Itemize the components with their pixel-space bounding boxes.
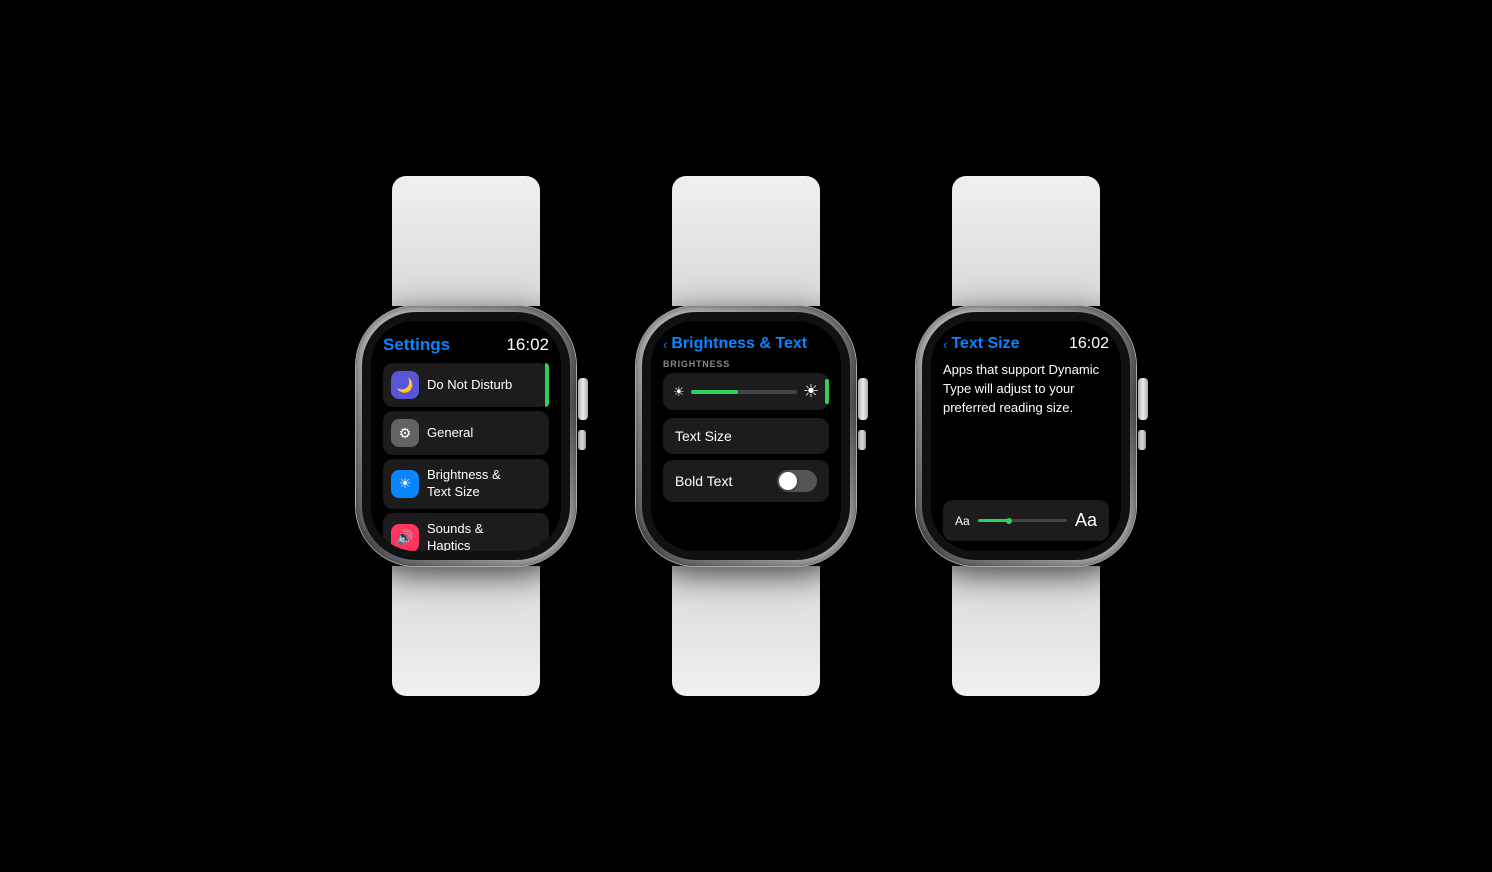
watch-body-3: ‹ Text Size 16:02 Apps that support Dyna… [916, 306, 1136, 566]
settings-time: 16:02 [506, 335, 549, 355]
sounds-icon: 🔊 [391, 524, 419, 551]
watch-body-2: ‹ Brightness & Text BRIGHTNESS ☀ [636, 306, 856, 566]
textsize-description: Apps that support Dynamic Type will adju… [943, 361, 1109, 486]
watch-inner-1: Settings 16:02 🌙 Do Not Disturb ⚙ [362, 312, 570, 560]
textsize-track[interactable] [978, 519, 1067, 522]
brightness-label: Brightness &Text Size [427, 467, 541, 501]
aa-small-label: Aa [955, 514, 970, 528]
watch-body-1: Settings 16:02 🌙 Do Not Disturb ⚙ [356, 306, 576, 566]
textsize-fill [978, 519, 1009, 522]
settings-title: Settings [383, 335, 450, 355]
back-chevron[interactable]: ‹ [663, 337, 667, 352]
settings-screen: Settings 16:02 🌙 Do Not Disturb ⚙ [371, 321, 561, 551]
brightness-section-label: BRIGHTNESS [663, 359, 829, 369]
list-item-brightness[interactable]: ☀ Brightness &Text Size [383, 459, 549, 509]
bold-text-menu-item[interactable]: Bold Text [663, 460, 829, 502]
watches-container: Settings 16:02 🌙 Do Not Disturb ⚙ [356, 176, 1136, 696]
settings-header: Settings 16:02 [383, 335, 549, 355]
settings-list: 🌙 Do Not Disturb ⚙ General ☀ Brightness … [383, 363, 549, 551]
watch-textsize: ‹ Text Size 16:02 Apps that support Dyna… [916, 176, 1136, 696]
watch-btn-2[interactable] [858, 430, 866, 450]
textsize-title: Text Size [951, 335, 1019, 353]
textsize-header: ‹ Text Size 16:02 [943, 335, 1109, 353]
bold-text-label: Bold Text [675, 473, 732, 489]
list-item-dnd[interactable]: 🌙 Do Not Disturb [383, 363, 549, 407]
textsize-slider-container[interactable]: Aa Aa [943, 500, 1109, 541]
general-label: General [427, 425, 541, 442]
watch-crown-3[interactable] [1138, 378, 1148, 420]
watch-screen-2: ‹ Brightness & Text BRIGHTNESS ☀ [651, 321, 841, 551]
watch-crown-2[interactable] [858, 378, 868, 420]
green-indicator [545, 363, 549, 407]
brightness-header: ‹ Brightness & Text [663, 335, 829, 353]
watch-inner-2: ‹ Brightness & Text BRIGHTNESS ☀ [642, 312, 850, 560]
textsize-time: 16:02 [1069, 335, 1109, 353]
brightness-icon: ☀ [391, 470, 419, 498]
dnd-label: Do Not Disturb [427, 377, 541, 394]
general-icon: ⚙ [391, 419, 419, 447]
brightness-slider-row: ☀ ☀ [673, 381, 819, 402]
bold-text-toggle[interactable] [777, 470, 817, 492]
band-top-1 [392, 176, 540, 306]
watch-crown-1[interactable] [578, 378, 588, 420]
toggle-thumb [779, 472, 797, 490]
brightness-slider-container[interactable]: ☀ ☀ [663, 373, 829, 410]
list-item-sounds[interactable]: 🔊 Sounds &Haptics [383, 513, 549, 551]
textsize-back-title: ‹ Text Size [943, 335, 1020, 353]
sun-small-icon: ☀ [673, 384, 685, 400]
text-size-label: Text Size [675, 428, 732, 444]
textsize-back-chevron[interactable]: ‹ [943, 337, 947, 352]
watch-brightness: ‹ Brightness & Text BRIGHTNESS ☀ [636, 176, 856, 696]
dnd-icon: 🌙 [391, 371, 419, 399]
band-bottom-1 [392, 566, 540, 696]
watch-screen-3: ‹ Text Size 16:02 Apps that support Dyna… [931, 321, 1121, 551]
band-bottom-2 [672, 566, 820, 696]
brightness-screen: ‹ Brightness & Text BRIGHTNESS ☀ [651, 321, 841, 551]
watch-settings: Settings 16:02 🌙 Do Not Disturb ⚙ [356, 176, 576, 696]
brightness-fill [691, 390, 739, 394]
aa-large-label: Aa [1075, 510, 1097, 531]
watch-screen-1: Settings 16:02 🌙 Do Not Disturb ⚙ [371, 321, 561, 551]
band-bottom-3 [952, 566, 1100, 696]
watch-btn-1[interactable] [578, 430, 586, 450]
watch-btn-3[interactable] [1138, 430, 1146, 450]
textsize-dot [1006, 518, 1012, 524]
brightness-title: Brightness & Text [671, 335, 807, 353]
brightness-green-bar [825, 379, 829, 405]
textsize-screen: ‹ Text Size 16:02 Apps that support Dyna… [931, 321, 1121, 551]
sun-large-icon: ☀ [803, 381, 819, 402]
list-item-general[interactable]: ⚙ General [383, 411, 549, 455]
band-top-3 [952, 176, 1100, 306]
watch-inner-3: ‹ Text Size 16:02 Apps that support Dyna… [922, 312, 1130, 560]
text-size-menu-item[interactable]: Text Size [663, 418, 829, 454]
sounds-label: Sounds &Haptics [427, 521, 541, 551]
brightness-track[interactable] [691, 390, 797, 394]
band-top-2 [672, 176, 820, 306]
